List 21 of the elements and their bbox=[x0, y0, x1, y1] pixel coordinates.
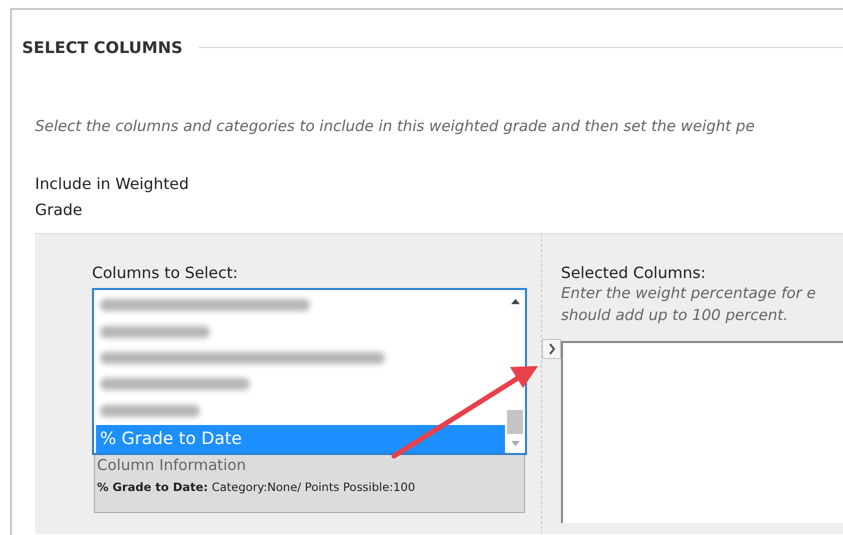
hint-text: Enter the weight percentage for e bbox=[560, 283, 817, 304]
blurred-list-item[interactable] bbox=[100, 404, 200, 417]
blurred-list-item[interactable] bbox=[100, 378, 250, 390]
scroll-down-icon[interactable] bbox=[510, 440, 520, 447]
columns-listbox[interactable]: % Grade to Date bbox=[92, 288, 527, 455]
blurred-list-item[interactable] bbox=[100, 352, 385, 364]
info-text: % Grade to Date: Category:None/ Points Possible:100 bbox=[97, 480, 416, 494]
section-title: SELECT COLUMNS bbox=[22, 38, 183, 57]
scroll-up-icon[interactable] bbox=[510, 298, 520, 305]
columns-label: Columns to Select: bbox=[92, 264, 239, 282]
info-heading: Column Information bbox=[97, 456, 248, 474]
selected-columns-label: Selected Columns: bbox=[560, 264, 707, 282]
move-right-button[interactable] bbox=[542, 339, 561, 359]
list-option[interactable]: % Grade to Date bbox=[96, 425, 505, 454]
field-label: Include in Weighted Grade bbox=[35, 174, 190, 221]
chevron-right-icon bbox=[548, 343, 556, 355]
hint-text: should add up to 100 percent. bbox=[560, 305, 790, 326]
scroll-thumb[interactable] bbox=[507, 410, 523, 434]
instructions-text: Select the columns and categories to include in this weighted grade and then set the weight pe bbox=[35, 117, 756, 135]
blurred-list-item[interactable] bbox=[100, 326, 210, 338]
blurred-list-item[interactable] bbox=[100, 299, 310, 312]
